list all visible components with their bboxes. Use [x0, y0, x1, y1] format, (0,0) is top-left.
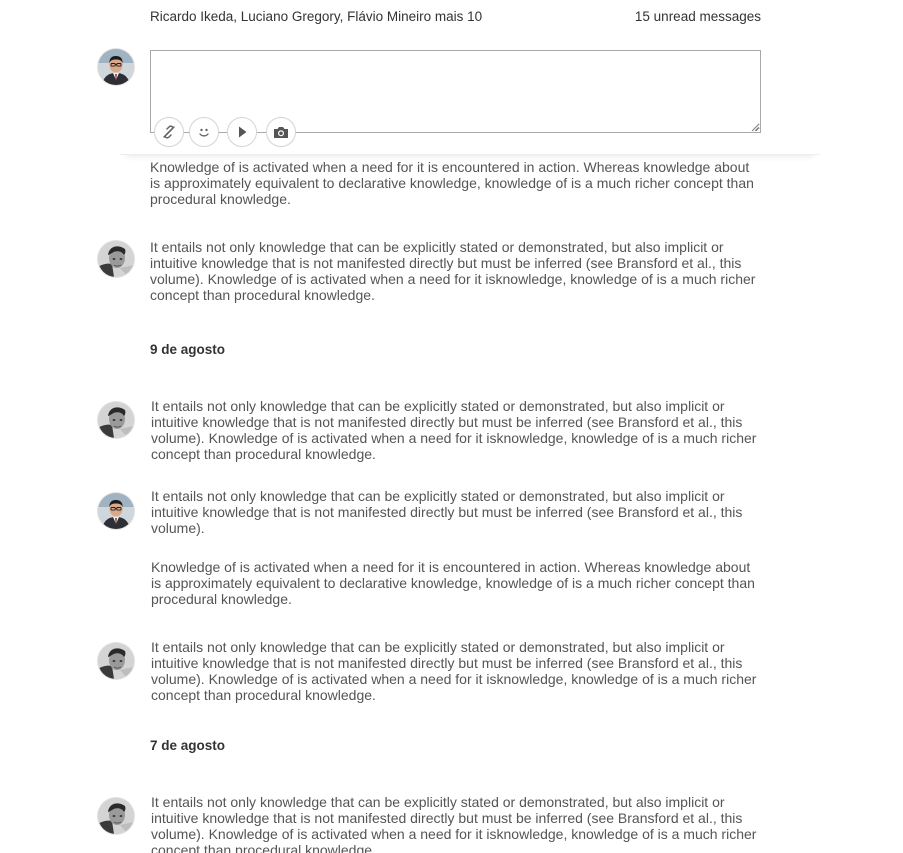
message-text: Knowledge of is activated when a need fo…	[150, 159, 754, 207]
message-text: It entails not only knowledge that can b…	[151, 398, 757, 462]
date-separator: 9 de agosto	[150, 342, 226, 357]
play-icon	[239, 126, 247, 138]
participant-avatar[interactable]	[98, 241, 134, 277]
emoji-button[interactable]	[189, 117, 219, 147]
attach-photo-button[interactable]	[266, 117, 296, 147]
participant-avatar[interactable]	[98, 798, 134, 834]
message-text: Knowledge of is activated when a need fo…	[151, 559, 755, 607]
message-text: It entails not only knowledge that can b…	[151, 794, 757, 853]
participant-avatar[interactable]	[98, 402, 134, 438]
chat-thread: Ricardo Ikeda, Luciano Gregory, Flávio M…	[0, 0, 903, 853]
participants-list[interactable]: Ricardo Ikeda, Luciano Gregory, Flávio M…	[150, 9, 482, 24]
message-text: It entails not only knowledge that can b…	[151, 488, 743, 536]
resize-grip-icon[interactable]	[750, 122, 760, 132]
participant-avatar[interactable]	[98, 643, 134, 679]
attach-video-button[interactable]	[227, 117, 257, 147]
thread-header: Ricardo Ikeda, Luciano Gregory, Flávio M…	[150, 9, 761, 27]
message-text: It entails not only knowledge that can b…	[151, 639, 757, 703]
link-icon	[163, 125, 175, 139]
emoji-icon	[199, 128, 209, 137]
unread-count[interactable]: 15 unread messages	[635, 9, 761, 24]
current-user-avatar	[98, 49, 134, 85]
message-text: It entails not only knowledge that can b…	[150, 239, 756, 303]
composer-divider	[120, 130, 820, 155]
camera-icon	[274, 127, 288, 138]
attach-link-button[interactable]	[154, 117, 184, 147]
date-separator: 7 de agosto	[150, 738, 226, 753]
participant-avatar[interactable]	[98, 493, 134, 529]
